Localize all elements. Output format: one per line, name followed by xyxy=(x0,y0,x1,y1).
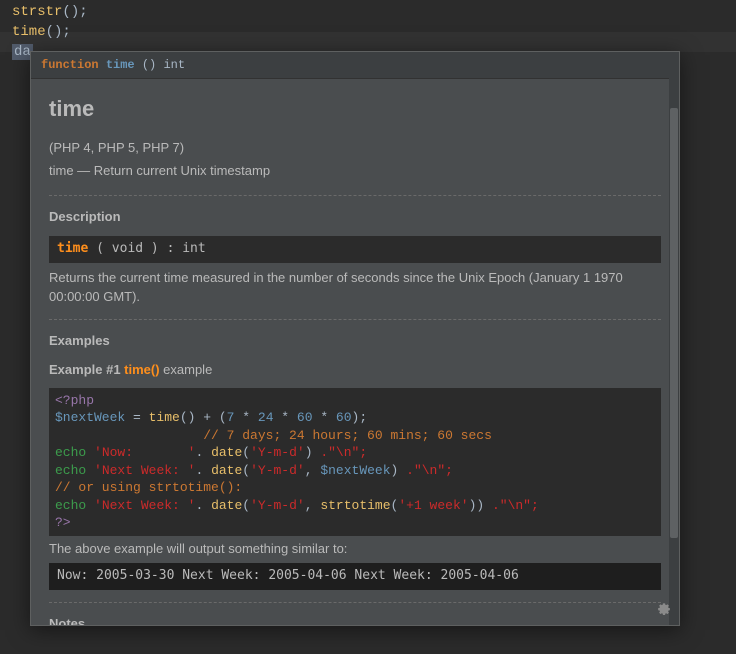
scrollbar-thumb[interactable] xyxy=(670,108,678,538)
signature-return: int xyxy=(163,58,185,72)
documentation-body[interactable]: time (PHP 4, PHP 5, PHP 7) time — Return… xyxy=(31,79,679,625)
separator xyxy=(49,195,661,196)
function-call: time xyxy=(12,24,46,40)
tooltip-settings[interactable] xyxy=(657,602,671,619)
section-heading-examples: Examples xyxy=(49,332,661,351)
documentation-tooltip: function time () int time (PHP 4, PHP 5,… xyxy=(30,51,680,626)
output-block: Now: 2005-03-30 Next Week: 2005-04-06 Ne… xyxy=(49,563,661,590)
separator xyxy=(49,319,661,320)
separator xyxy=(49,602,661,603)
section-heading-notes: Notes xyxy=(49,615,661,625)
signature-params: () xyxy=(142,58,156,72)
example-title: Example #1 time() example xyxy=(49,361,661,380)
signature-name: time xyxy=(106,58,135,72)
doc-summary: time — Return current Unix timestamp xyxy=(49,162,661,181)
function-call: strstr xyxy=(12,4,62,20)
function-synopsis: time ( void ) : int xyxy=(49,236,661,263)
output-note: The above example will output something … xyxy=(49,540,661,559)
doc-title: time xyxy=(49,93,661,125)
section-heading-description: Description xyxy=(49,208,661,227)
example-code-block: <?php $nextWeek = time() + (7 * 24 * 60 … xyxy=(49,388,661,536)
scrollbar-track[interactable] xyxy=(669,78,679,625)
signature-keyword: function xyxy=(41,58,99,72)
php-versions: (PHP 4, PHP 5, PHP 7) xyxy=(49,139,661,158)
gear-icon[interactable] xyxy=(657,604,671,619)
synopsis-rest: ( void ) : int xyxy=(88,241,205,256)
code-line: strstr(); xyxy=(12,2,736,22)
description-text: Returns the current time measured in the… xyxy=(49,269,661,307)
code-line: time(); xyxy=(12,22,736,42)
signature-bar: function time () int xyxy=(31,52,679,79)
synopsis-name: time xyxy=(57,241,88,256)
